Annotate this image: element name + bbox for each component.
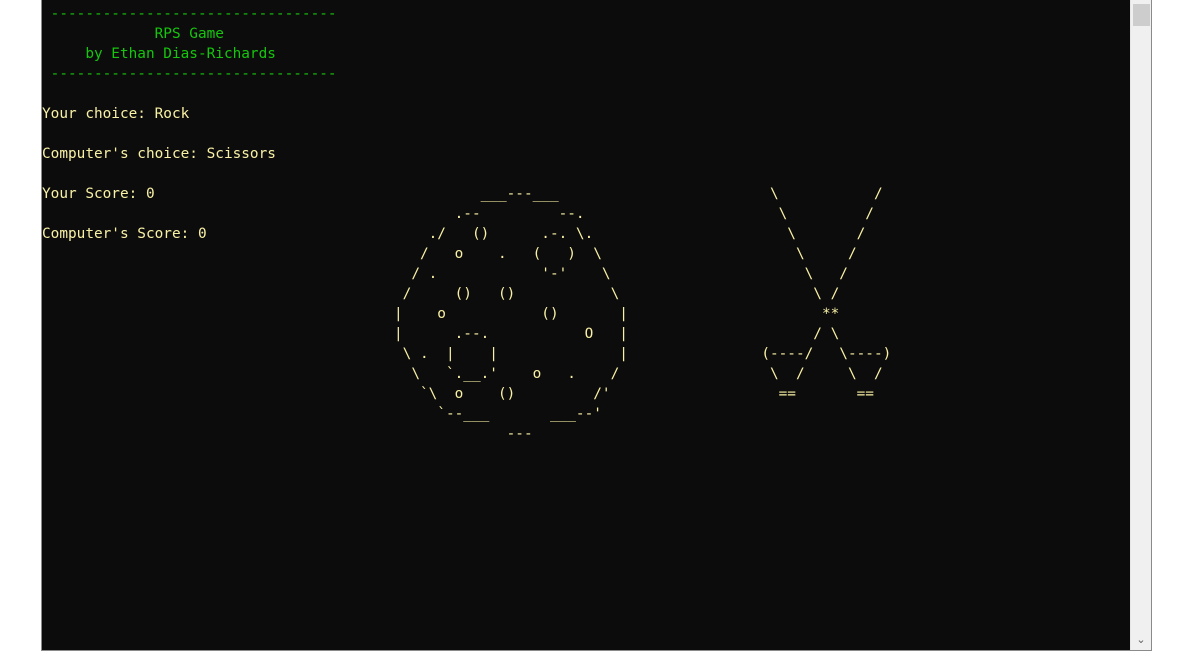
- vertical-scrollbar[interactable]: ⌄: [1130, 0, 1151, 650]
- console-window: --------------------------------- RPS Ga…: [41, 0, 1152, 651]
- your-choice-text: Your choice: Rock: [42, 106, 190, 122]
- rock-ascii-art: ___---___ .-- --. ./ () .-. \. / o . ( )…: [393, 186, 628, 442]
- game-author: by Ethan Dias-Richards: [42, 46, 276, 62]
- computer-choice-text: Computer's choice: Scissors: [42, 146, 276, 162]
- your-score-text: Your Score: 0: [42, 186, 155, 202]
- computer-score-text: Computer's Score: 0: [42, 226, 207, 242]
- game-status: Your choice: Rock Computer's choice: Sci…: [42, 104, 276, 264]
- header-rule-top: ---------------------------------: [42, 6, 337, 22]
- console-output: --------------------------------- RPS Ga…: [42, 0, 1131, 650]
- game-title: RPS Game: [42, 26, 224, 42]
- game-header: --------------------------------- RPS Ga…: [42, 4, 337, 84]
- scroll-down-arrow-icon[interactable]: ⌄: [1131, 630, 1151, 650]
- scissors-ascii-art: \ / \ / \ / \ / \ / \ / ** / \ (----/ \-…: [761, 186, 892, 402]
- header-rule-bottom: ---------------------------------: [42, 66, 337, 82]
- scrollbar-thumb[interactable]: [1133, 4, 1150, 26]
